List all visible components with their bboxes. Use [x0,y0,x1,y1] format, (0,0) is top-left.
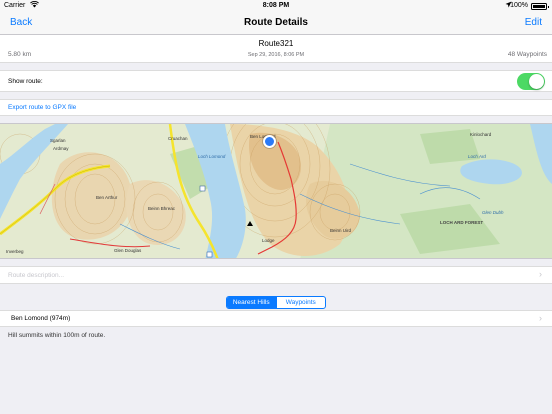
battery-percent: 100% [510,2,528,9]
page-title: Route Details [244,17,308,28]
topo-map[interactable]: Sgarlan Ardmay Ben Arthur Ben Lomond Bei… [0,123,552,259]
hills-note: Hill summits within 100m of route. [8,332,106,339]
map-label-loch-lomond: Loch Lomond [198,154,226,159]
chevron-right-icon: › [539,269,542,279]
hill-list-item[interactable]: Ben Lomond (974m) › [0,310,552,327]
map-label-kinlochard: Kinlochard [470,132,492,137]
map-label-ardmay: Ardmay [53,146,69,151]
map-label-lodge: Lodge [262,238,275,243]
map-graphic [0,124,552,258]
hill-name: Ben Lomond (974m) [11,315,71,322]
map-label-inverbeg: Inverbeg [6,249,24,254]
edit-button[interactable]: Edit [525,17,542,28]
map-label-loch-ard: Loch Ard [468,154,486,159]
toggle-knob [529,74,544,89]
route-name: Route321 [258,39,294,48]
export-row[interactable]: Export route to GPX file [0,99,552,116]
tab-nearest-hills[interactable]: Nearest Hills [227,297,276,308]
map-label-beinn-bhreac: Beinn Bhreac [148,206,176,211]
map-label-glen-douglas: Glen Douglas [114,248,142,253]
route-distance: 5.80 km [8,51,32,58]
battery-icon [531,3,549,10]
map-label-ben-arthur: Ben Arthur [96,195,118,200]
show-route-label: Show route: [8,78,43,85]
show-route-row: Show route: [0,70,552,92]
tab-waypoints[interactable]: Waypoints [275,297,326,308]
hills-waypoints-segmented-control[interactable]: Nearest Hills Waypoints [226,296,326,309]
map-label-loch-ard-forest: LOCH ARD FOREST [440,220,484,225]
chevron-right-icon: › [539,313,542,323]
navigation-bar: Back Route Details Edit [0,12,552,35]
waypoint-count: 48 Waypoints [507,51,547,58]
map-label-sgarlan: Sgarlan [50,138,66,143]
current-location-icon [263,135,276,148]
route-summary: Route321 Sep 29, 2016, 8:06 PM 5.80 km 4… [0,35,552,63]
map-label-cruachan: Cruachan [168,136,188,141]
route-date: Sep 29, 2016, 8:06 PM [247,52,305,58]
show-route-toggle[interactable] [517,73,545,90]
export-gpx-link[interactable]: Export route to GPX file [8,104,76,111]
map-label-beinn-uird: Beinn Uird [330,228,352,233]
route-description-placeholder: Route description... [8,272,65,279]
status-time: 8:08 PM [262,2,290,9]
route-description-row[interactable]: Route description... › [0,266,552,284]
status-bar: Carrier 8:08 PM 100% [0,0,552,12]
map-label-glen-dubh: Glen Dubh [482,210,504,215]
